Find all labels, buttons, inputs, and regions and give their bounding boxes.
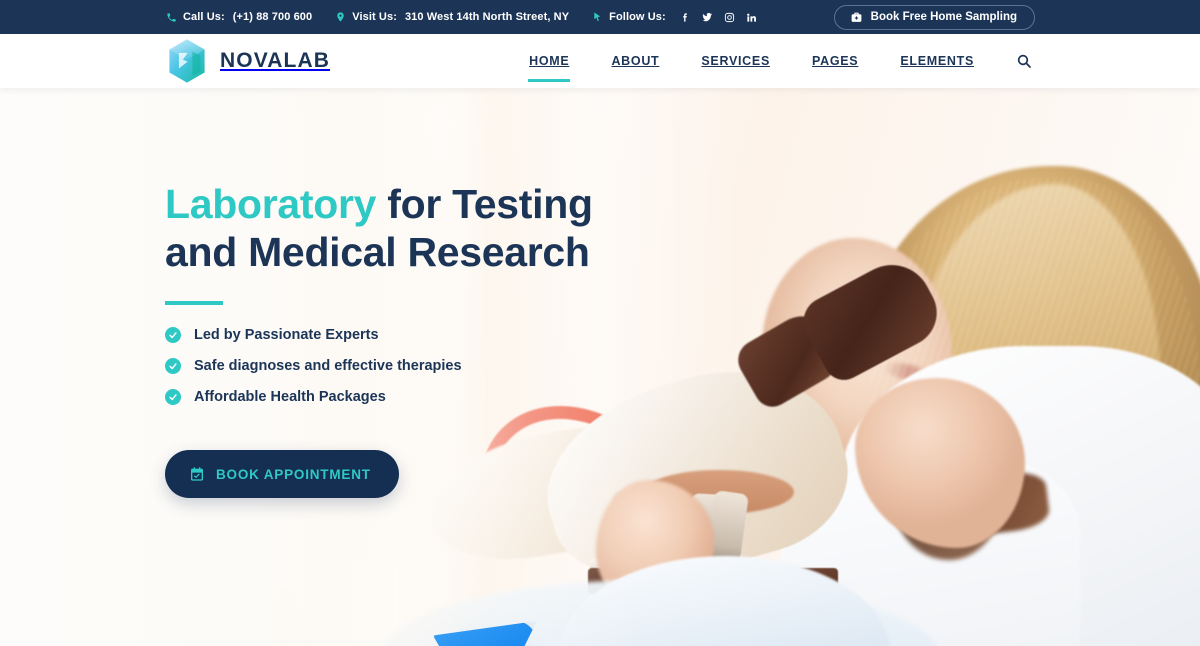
- nav-item-elements[interactable]: ELEMENTS: [879, 34, 995, 88]
- feature-label: Safe diagnoses and effective therapies: [194, 358, 462, 375]
- nav-item-about[interactable]: ABOUT: [590, 34, 680, 88]
- headline-line-two: and Medical Research: [165, 228, 590, 275]
- top-utility-bar: Call Us: (+1) 88 700 600 Visit Us: 310 W…: [0, 0, 1200, 34]
- phone-number: (+1) 88 700 600: [232, 11, 313, 23]
- book-free-home-sampling-button[interactable]: Book Free Home Sampling: [833, 4, 1035, 30]
- hero-headline: Laboratory for Testing and Medical Resea…: [165, 181, 685, 276]
- book-appointment-label: BOOK APPOINTMENT: [216, 466, 371, 482]
- feature-label: Affordable Health Packages: [194, 389, 386, 406]
- brand-logo-link[interactable]: NOVALAB: [165, 38, 330, 84]
- nav-item-services[interactable]: SERVICES: [680, 34, 791, 88]
- headline-rest: for Testing: [376, 181, 593, 227]
- check-circle-icon: [165, 389, 181, 406]
- phone-icon: [165, 11, 177, 24]
- address-text: 310 West 14th North Street, NY: [404, 11, 570, 23]
- feature-item: Safe diagnoses and effective therapies: [165, 358, 685, 375]
- site-header: NOVALAB HOME ABOUT SERVICES PAGES ELEMEN…: [0, 34, 1200, 88]
- topbar-contact-group: Call Us: (+1) 88 700 600 Visit Us: 310 W…: [165, 11, 834, 24]
- hero-section: Laboratory for Testing and Medical Resea…: [0, 88, 1200, 646]
- nav-label-home: HOME: [529, 54, 570, 68]
- nav-label-services: SERVICES: [701, 54, 770, 68]
- lab-tube: [250, 633, 262, 646]
- location-pin-icon: [334, 11, 346, 24]
- instagram-icon[interactable]: [723, 11, 736, 24]
- call-us-label: Call Us:: [183, 11, 225, 23]
- search-icon[interactable]: [1013, 50, 1035, 72]
- visit-us-label: Visit Us:: [352, 11, 397, 23]
- headline-divider: [165, 301, 223, 306]
- headline-accent-word: Laboratory: [165, 181, 377, 227]
- book-free-home-sampling-label: Book Free Home Sampling: [870, 11, 1017, 23]
- visit-us-item[interactable]: Visit Us: 310 West 14th North Street, NY: [334, 11, 569, 24]
- cursor-icon: [591, 11, 603, 24]
- book-appointment-button[interactable]: BOOK APPOINTMENT: [165, 450, 399, 499]
- brand-name: NOVALAB: [220, 49, 330, 72]
- lab-tube: [272, 593, 289, 646]
- nav-item-home[interactable]: HOME: [508, 34, 590, 88]
- feature-label: Led by Passionate Experts: [194, 327, 379, 344]
- hexagon-logo-icon: [165, 38, 209, 84]
- check-circle-icon: [165, 327, 181, 344]
- lab-tube: [300, 618, 315, 646]
- feature-item: Affordable Health Packages: [165, 389, 685, 406]
- medical-bag-icon: [850, 11, 863, 24]
- page-root: Call Us: (+1) 88 700 600 Visit Us: 310 W…: [0, 0, 1200, 646]
- follow-us-label: Follow Us:: [609, 11, 666, 23]
- check-circle-icon: [165, 358, 181, 375]
- nav-label-about: ABOUT: [611, 54, 660, 68]
- linkedin-icon[interactable]: [745, 11, 758, 24]
- social-links: [679, 11, 758, 24]
- hero-content: Laboratory for Testing and Medical Resea…: [165, 181, 685, 499]
- calendar-check-icon: [189, 466, 205, 482]
- feature-item: Led by Passionate Experts: [165, 327, 685, 344]
- call-us-item[interactable]: Call Us: (+1) 88 700 600: [165, 11, 312, 24]
- twitter-icon[interactable]: [701, 11, 714, 24]
- main-navigation: HOME ABOUT SERVICES PAGES ELEMENTS: [508, 34, 1035, 88]
- nav-item-pages[interactable]: PAGES: [791, 34, 879, 88]
- facebook-icon[interactable]: [679, 11, 692, 24]
- nav-label-pages: PAGES: [811, 54, 859, 68]
- nav-label-elements: ELEMENTS: [900, 54, 974, 68]
- follow-us-item: Follow Us:: [591, 11, 758, 24]
